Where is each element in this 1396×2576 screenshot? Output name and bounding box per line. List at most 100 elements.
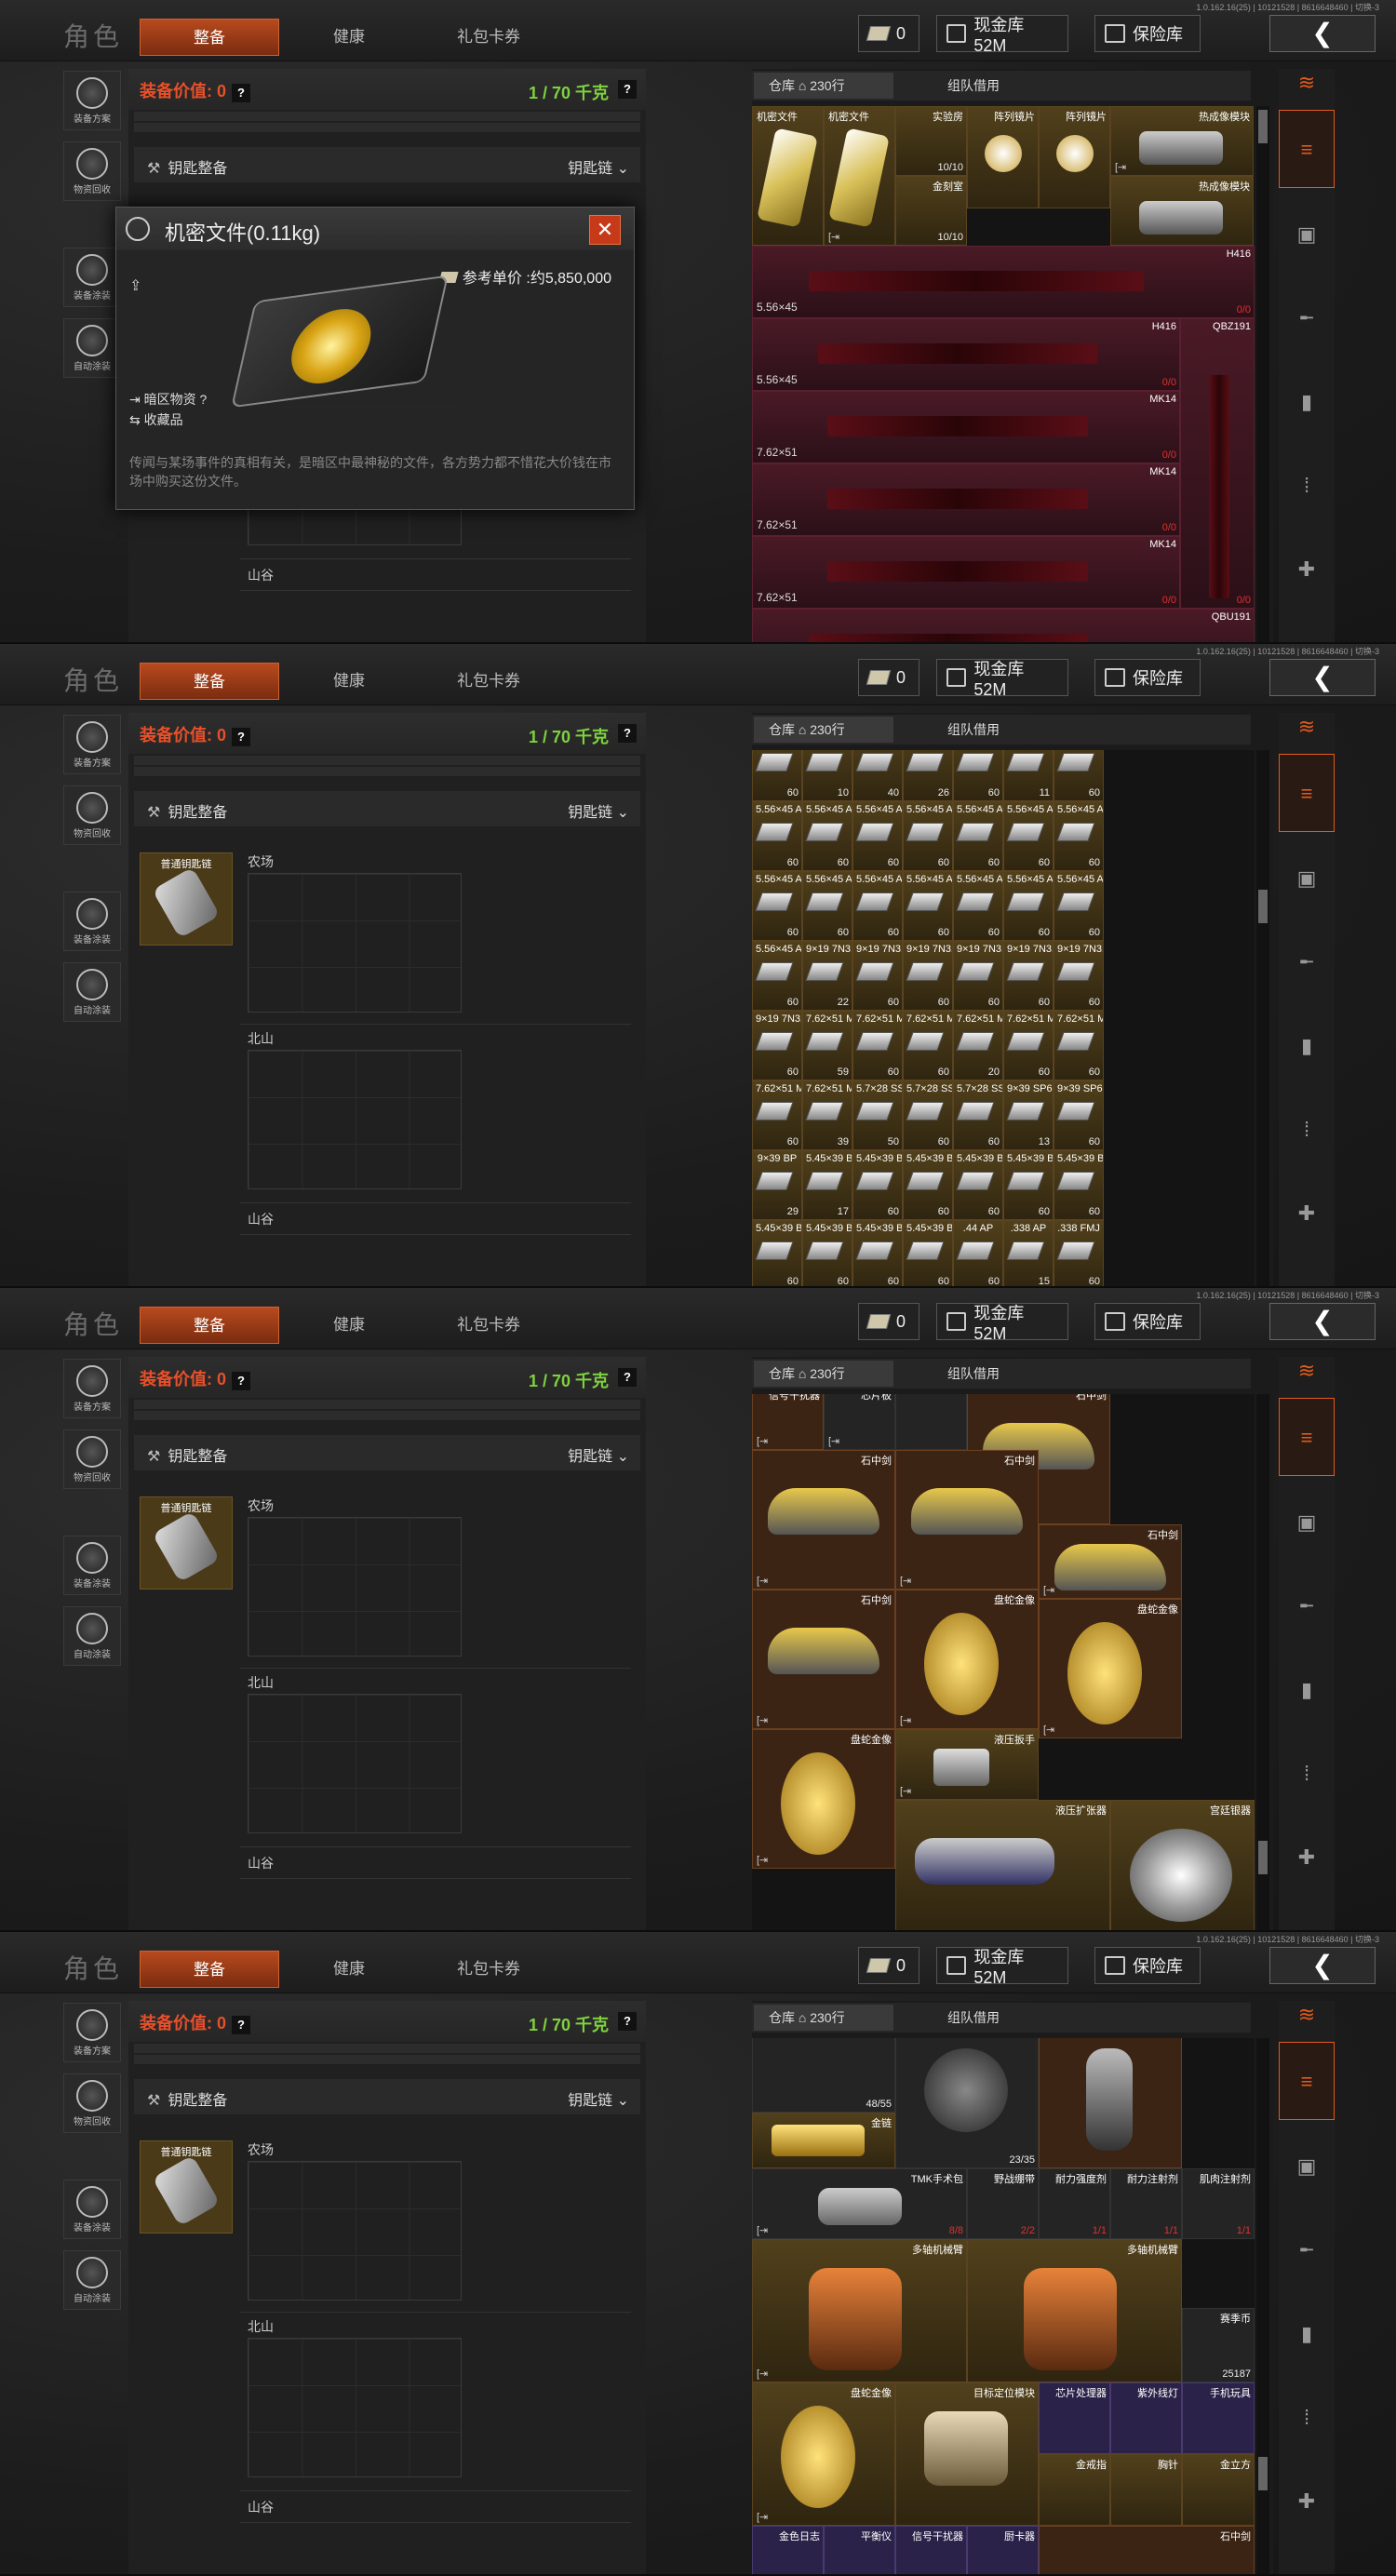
warehouse-item[interactable]: 金刻室 10/10 [895, 176, 967, 246]
warehouse-item[interactable]: 盘蛇金像 [⇥ [752, 1729, 895, 1869]
ammo-item[interactable]: 5.45×39 BP 60 [903, 1150, 953, 1220]
ammo-item[interactable]: 9×39 BP 29 [752, 1150, 802, 1220]
ammo-item[interactable]: 9×19 7N31 60 [1054, 941, 1104, 1011]
ammo-item[interactable]: 7.62×51 M80 59 [802, 1011, 852, 1080]
scroll-thumb[interactable] [1258, 1841, 1268, 1874]
loadout-scheme-button[interactable]: 装备方案 [63, 71, 121, 130]
ammo-item[interactable]: 9×19 7N31 60 [953, 941, 1003, 1011]
ammo-item[interactable]: 9×19 7N31 22 [802, 941, 852, 1011]
loadout-scheme-button[interactable]: 装备方案 [63, 1359, 121, 1418]
category-medical[interactable]: ✚ [1279, 530, 1335, 609]
tab-health[interactable]: 健康 [289, 19, 409, 56]
ammo-item[interactable]: 5.45×39 BP 17 [802, 1150, 852, 1220]
category-magazine[interactable]: ▮ [1279, 1651, 1335, 1729]
key-item-slot[interactable]: 普通钥匙链 [140, 852, 233, 946]
auto-paint-button[interactable]: 自动涂装 [63, 2250, 121, 2310]
share-icon[interactable]: ⇪ [129, 276, 141, 295]
paint-button[interactable]: 装备涂装 [63, 892, 121, 951]
paint-button[interactable]: 装备涂装 [63, 2180, 121, 2239]
tab-loadout[interactable]: 整备 [140, 663, 279, 700]
ammo-item[interactable]: 7.62×51 M62 60 [1003, 1011, 1054, 1080]
keychain-row[interactable]: 钥匙整备 钥匙链 ⌄ [134, 2079, 640, 2114]
warehouse-grid[interactable]: IND实山48/55头盔23/35叉手模型金链 TMK手术包 8/8 [⇥ 野战绷带 2/… [752, 2038, 1255, 2576]
scroll-thumb[interactable] [1258, 2457, 1268, 2490]
warehouse-item[interactable]: 芯片板 [⇥ [824, 1394, 895, 1450]
category-magazine[interactable]: ▮ [1279, 2295, 1335, 2373]
ammo-item[interactable]: 5.56×45 A1 60 [802, 871, 852, 941]
tab-health[interactable]: 健康 [289, 1951, 409, 1988]
ammo-item[interactable]: 5.56×45 A1 60 [953, 801, 1003, 871]
ammo-item[interactable]: 5.56×45 AP 60 [752, 941, 802, 1011]
warehouse-item[interactable]: 盘蛇金像 [⇥ [752, 2382, 895, 2526]
ammo-item[interactable]: 5.56×45 A1 60 [1054, 801, 1104, 871]
help-icon[interactable]: ? [618, 80, 637, 99]
ammo-item[interactable]: 5.45×39 BP 60 [953, 1150, 1003, 1220]
key-grid-north[interactable] [248, 2338, 462, 2477]
close-button[interactable]: ✕ [589, 215, 621, 245]
tab-health[interactable]: 健康 [289, 663, 409, 700]
ammo-item[interactable]: 9×39 SP6 13 [1003, 1080, 1054, 1150]
key-grid-farm[interactable] [248, 2161, 462, 2301]
category-magazine[interactable]: ▮ [1279, 363, 1335, 441]
stack-icon[interactable]: ≋ [1279, 713, 1335, 741]
key-grid-north[interactable] [248, 1694, 462, 1833]
keychain-dropdown[interactable]: 钥匙链 ⌄ [568, 799, 629, 822]
keychain-row[interactable]: 钥匙整备 钥匙链 ⌄ [134, 147, 640, 182]
warehouse-item[interactable]: 胸针 [1110, 2454, 1182, 2526]
category-weapons[interactable]: ╾ [1279, 1567, 1335, 1645]
help-icon[interactable]: ? [232, 2016, 251, 2034]
warehouse-grid[interactable]: 信号干扰器[⇥芯片板[⇥石中剑[⇥石中剑[⇥石中剑[⇥石中剑[⇥石中剑[⇥盘蛇金… [752, 1394, 1255, 1932]
warehouse-item[interactable]: 机密文件 [⇥ [824, 106, 895, 246]
warehouse-item[interactable]: 赛季币 25187 [1182, 2308, 1255, 2382]
category-weapons[interactable]: ╾ [1279, 279, 1335, 357]
warehouse-item[interactable]: 阵列镜片 [967, 106, 1039, 208]
loadout-scheme-button[interactable]: 装备方案 [63, 715, 121, 774]
ammo-item[interactable]: 9×19 7N31 60 [752, 1011, 802, 1080]
auto-paint-button[interactable]: 自动涂装 [63, 318, 121, 378]
recycle-button[interactable]: 物资回收 [63, 785, 121, 845]
help-icon[interactable]: ? [618, 1368, 637, 1387]
key-grid-farm[interactable] [248, 873, 462, 1013]
warehouse-scrollbar[interactable] [1256, 106, 1269, 644]
auto-paint-button[interactable]: 自动涂装 [63, 962, 121, 1022]
cash-vault-button[interactable]: 现金库 52M [936, 15, 1068, 55]
tab-gift-coupons[interactable]: 礼包卡券 [419, 1307, 558, 1344]
tab-warehouse[interactable]: 仓库 ⌂ 230行 [754, 73, 893, 99]
key-grid-north[interactable] [248, 1050, 462, 1189]
keychain-row[interactable]: 钥匙整备 钥匙链 ⌄ [134, 791, 640, 826]
cash-vault-button[interactable]: 现金库 52M [936, 1947, 1068, 1987]
tab-team-loan[interactable]: 组队借用 [933, 717, 1014, 743]
paint-button[interactable]: 装备涂装 [63, 1536, 121, 1595]
warehouse-item[interactable] [895, 1394, 967, 1450]
safe-vault-button[interactable]: 保险库 [1094, 659, 1201, 696]
ammo-item[interactable]: 7.62×51 M80 60 [903, 1011, 953, 1080]
stack-icon[interactable]: ≋ [1279, 2001, 1335, 2029]
warehouse-item[interactable]: 热成像模块 [1110, 176, 1254, 246]
warehouse-scrollbar[interactable] [1256, 2038, 1269, 2576]
warehouse-item[interactable]: TMK手术包 8/8 [⇥ [752, 2168, 967, 2239]
warehouse-item[interactable]: MK14 0/0 7.62×51 [752, 463, 1180, 536]
ammo-item[interactable]: 7.62×51 M62 60 [1054, 1011, 1104, 1080]
warehouse-scrollbar[interactable] [1256, 1394, 1269, 1932]
category-weapons[interactable]: ╾ [1279, 923, 1335, 1001]
warehouse-item[interactable]: 肌肉注射剂 1/1 [1182, 2168, 1255, 2239]
category-all[interactable]: ≡ [1279, 754, 1335, 832]
warehouse-item[interactable]: MK14 0/0 7.62×51 [752, 391, 1180, 463]
ammo-item[interactable]: 60 [953, 750, 1003, 801]
tab-loadout[interactable]: 整备 [140, 19, 279, 56]
cash-vault-button[interactable]: 现金库 52M [936, 1303, 1068, 1343]
ammo-item[interactable]: 5.56×45 A1 60 [1003, 801, 1054, 871]
stack-icon[interactable]: ≋ [1279, 69, 1335, 97]
tab-gift-coupons[interactable]: 礼包卡券 [419, 663, 558, 700]
warehouse-item[interactable]: 耐力强度剂 1/1 [1039, 2168, 1110, 2239]
warehouse-item[interactable]: 手机玩具 [1182, 2382, 1255, 2454]
ammo-item[interactable]: 5.56×45 A1 60 [802, 801, 852, 871]
category-armor[interactable]: ▣ [1279, 1483, 1335, 1562]
ammo-item[interactable]: 5.45×39 BP 60 [1054, 1150, 1104, 1220]
recycle-button[interactable]: 物资回收 [63, 2073, 121, 2133]
warehouse-item[interactable]: 金立方 [1182, 2454, 1255, 2526]
ammo-item[interactable]: 9×19 7N31 60 [903, 941, 953, 1011]
warehouse-item[interactable]: 阵列镜片 [1039, 106, 1110, 208]
ammo-item[interactable]: 5.45×39 BP 60 [752, 1220, 802, 1288]
recycle-button[interactable]: 物资回收 [63, 141, 121, 201]
